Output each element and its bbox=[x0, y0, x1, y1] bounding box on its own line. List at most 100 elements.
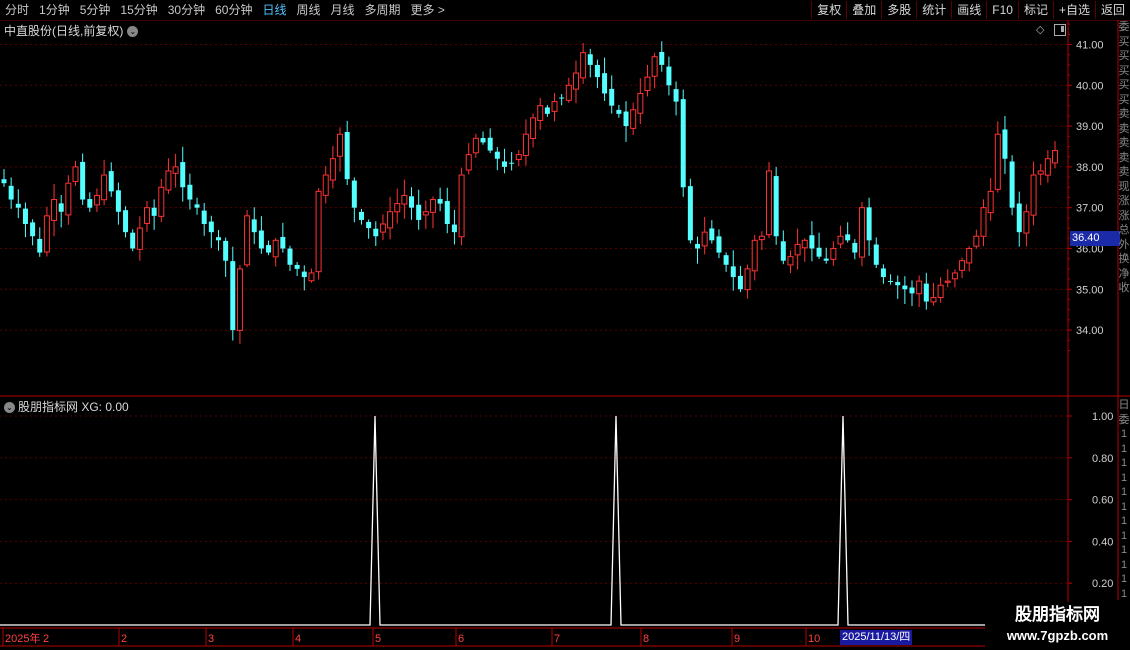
month-label: 9 bbox=[734, 633, 740, 645]
candle-body bbox=[716, 236, 722, 253]
quote-field-label: 委 bbox=[1118, 21, 1130, 33]
candle-body bbox=[51, 199, 58, 221]
candle-body bbox=[230, 261, 236, 331]
panel-toggle-icon[interactable] bbox=[1054, 24, 1066, 36]
month-label: 2025年 bbox=[5, 631, 40, 645]
quote-panel-edge-lower: 日委 1 1 1 1 1 1 1 1 1 1 1 1 bbox=[1118, 398, 1130, 598]
candle-body bbox=[215, 237, 221, 241]
candle-body bbox=[87, 199, 93, 208]
candle-body bbox=[30, 222, 36, 237]
candle-body bbox=[852, 242, 858, 253]
candle-body bbox=[1, 179, 7, 184]
candle-body bbox=[737, 275, 743, 290]
candle-body bbox=[551, 101, 558, 112]
price-tick-label: 34.00 bbox=[1076, 325, 1104, 337]
quote-field-label: 1 bbox=[1120, 457, 1128, 469]
chevron-down-icon[interactable]: ⌄ bbox=[4, 402, 15, 414]
quote-panel-edge: 委买买买买买卖卖卖卖卖现涨涨总外换净收 bbox=[1118, 20, 1130, 396]
quote-field-label: 日 bbox=[1118, 399, 1130, 411]
candle-body bbox=[80, 161, 86, 200]
candle-body bbox=[1016, 203, 1022, 233]
candle-body bbox=[379, 223, 386, 233]
indicator-tick-label: 1.00 bbox=[1092, 411, 1113, 423]
candle-body bbox=[1037, 170, 1044, 175]
candle-body bbox=[787, 256, 794, 266]
chart-title: 中直股份(日线,前复权) ⌄ bbox=[4, 22, 139, 39]
candle-body bbox=[401, 194, 408, 205]
candle-body bbox=[394, 203, 401, 213]
candle-body bbox=[873, 244, 879, 265]
candle-body bbox=[101, 174, 108, 201]
candle-body bbox=[902, 285, 908, 290]
candle-body bbox=[165, 170, 172, 191]
candle-body bbox=[65, 182, 72, 216]
chevron-down-icon[interactable]: ⌄ bbox=[127, 26, 139, 38]
candle-body bbox=[272, 239, 279, 258]
candle-body bbox=[909, 287, 915, 294]
candle-body bbox=[1044, 158, 1051, 176]
candle-body bbox=[651, 56, 658, 77]
indicator-axis: 1.00 0.80 0.60 0.40 0.20 bbox=[1068, 411, 1113, 590]
candle-body bbox=[251, 219, 257, 233]
indicator-tick-label: 0.40 bbox=[1092, 536, 1113, 548]
candle-body bbox=[108, 171, 114, 192]
candle-body bbox=[594, 64, 600, 78]
candle-body bbox=[888, 280, 894, 282]
price-tick-label: 39.00 bbox=[1076, 121, 1104, 133]
candle-body bbox=[895, 282, 901, 286]
month-label: 2 bbox=[43, 633, 49, 645]
candle-body bbox=[43, 215, 50, 253]
candle-body bbox=[559, 97, 565, 99]
candle-body bbox=[358, 211, 364, 220]
candle-body bbox=[344, 132, 350, 180]
candle-body bbox=[130, 232, 136, 249]
quote-field-label: 买 bbox=[1118, 79, 1130, 91]
candle-body bbox=[609, 88, 615, 106]
indicator-tick-label: 0.80 bbox=[1092, 453, 1113, 465]
diamond-icon[interactable]: ◇ bbox=[1036, 23, 1044, 36]
candle-body bbox=[530, 117, 537, 139]
kline-chart[interactable]: 41.0040.0039.0038.0037.0036.0035.0034.00… bbox=[0, 0, 1130, 650]
quote-field-label: 买 bbox=[1118, 50, 1130, 62]
candle-body bbox=[15, 203, 21, 208]
quote-field-label: 1 bbox=[1120, 442, 1128, 455]
quote-field-label: 1 bbox=[1120, 500, 1128, 513]
candle-body bbox=[123, 210, 129, 233]
candle-body bbox=[823, 258, 829, 261]
xg-signal-path bbox=[0, 415, 1068, 626]
candle-body bbox=[709, 228, 715, 241]
candle-body bbox=[951, 272, 958, 280]
candle-body bbox=[472, 137, 479, 154]
candle-body bbox=[387, 211, 394, 229]
month-label: 3 bbox=[208, 633, 214, 645]
month-label: 7 bbox=[554, 633, 560, 645]
candle-body bbox=[451, 224, 457, 233]
quote-field-label: 买 bbox=[1118, 64, 1130, 77]
candle-body bbox=[429, 199, 436, 213]
price-tick-label: 38.00 bbox=[1076, 162, 1104, 174]
quote-field-label: 收 bbox=[1118, 282, 1130, 294]
candle-body bbox=[666, 66, 672, 86]
candle-body bbox=[93, 194, 100, 206]
candle-body bbox=[816, 247, 822, 257]
candle-body bbox=[287, 248, 293, 265]
candle-body bbox=[695, 243, 701, 249]
candle-body bbox=[315, 190, 322, 273]
candle-body bbox=[1023, 211, 1030, 234]
candle-body bbox=[1002, 129, 1008, 159]
candle-body bbox=[158, 186, 165, 217]
candle-body bbox=[8, 185, 14, 200]
quote-field-label: 委 bbox=[1118, 413, 1130, 426]
candle-body bbox=[509, 162, 515, 164]
candle-body bbox=[494, 151, 500, 159]
quote-field-label: 涨 bbox=[1118, 209, 1130, 222]
candle-body bbox=[751, 239, 758, 272]
quote-field-label: 1 bbox=[1120, 587, 1128, 599]
candle-body bbox=[858, 207, 865, 258]
candle-body bbox=[880, 268, 886, 278]
quote-field-label: 1 bbox=[1120, 428, 1128, 440]
candle-body bbox=[194, 204, 200, 208]
candle-body bbox=[937, 284, 944, 298]
month-label: 10 bbox=[808, 633, 820, 645]
candle-body bbox=[837, 235, 844, 245]
